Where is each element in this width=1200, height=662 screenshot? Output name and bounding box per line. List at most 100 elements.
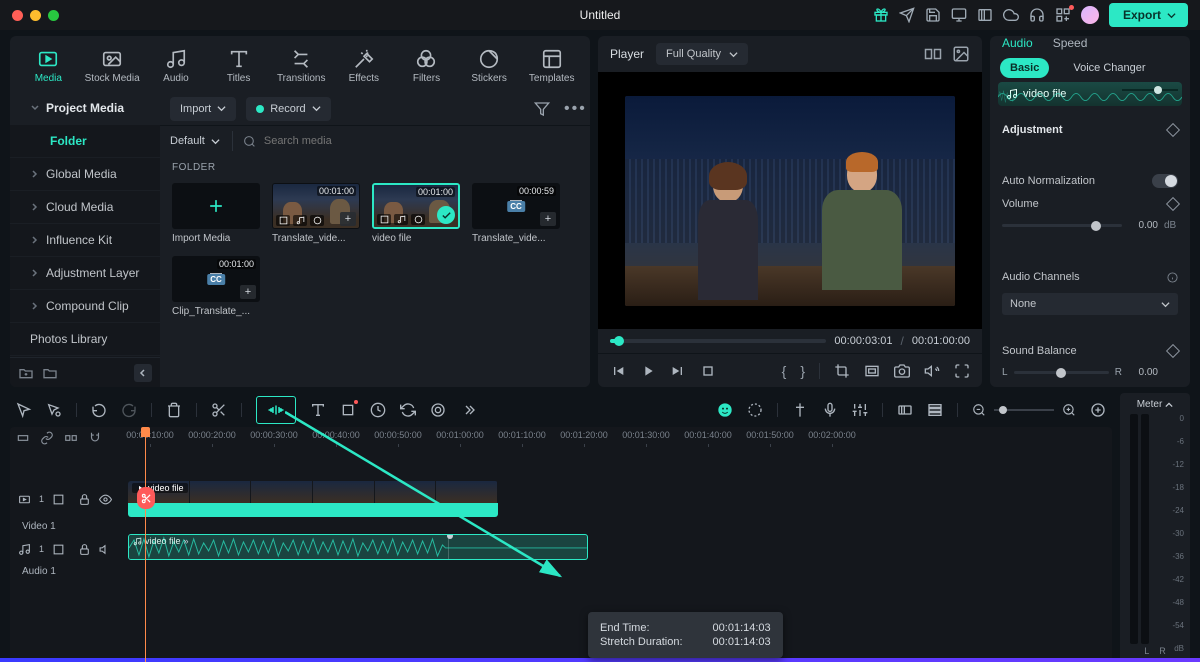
track-manager-icon[interactable] bbox=[927, 402, 943, 418]
headphones-icon[interactable] bbox=[1029, 7, 1045, 23]
video-clip[interactable]: video file bbox=[128, 481, 498, 517]
close-window[interactable] bbox=[12, 10, 23, 21]
library-icon[interactable] bbox=[977, 7, 993, 23]
zoom-out-icon[interactable] bbox=[972, 403, 986, 417]
snapshot-icon[interactable] bbox=[894, 363, 910, 379]
link-icon[interactable] bbox=[40, 431, 54, 445]
apps-icon[interactable] bbox=[1055, 7, 1071, 23]
sidebar-folder[interactable]: Folder bbox=[10, 125, 160, 158]
speaker-icon[interactable] bbox=[924, 363, 940, 379]
filter-icon[interactable] bbox=[534, 101, 550, 117]
audio-file-preview[interactable]: video file bbox=[998, 82, 1182, 106]
delete-icon[interactable] bbox=[166, 402, 182, 418]
minimize-window[interactable] bbox=[30, 10, 41, 21]
fullscreen-icon[interactable] bbox=[954, 363, 970, 379]
audio-channels-select[interactable]: None bbox=[1002, 293, 1178, 315]
zoom-control[interactable] bbox=[972, 403, 1076, 417]
text-tool-icon[interactable] bbox=[310, 402, 326, 418]
tab-stickers[interactable]: Stickers bbox=[461, 44, 518, 88]
balance-keyframe-icon[interactable] bbox=[1166, 344, 1180, 358]
mixer-icon[interactable] bbox=[852, 402, 868, 418]
mark-in-icon[interactable]: { bbox=[782, 363, 787, 379]
audio-clip[interactable]: video file» bbox=[128, 534, 588, 560]
sort-default[interactable]: Default bbox=[170, 129, 220, 153]
prev-frame-icon[interactable] bbox=[610, 363, 626, 379]
next-frame-icon[interactable] bbox=[670, 363, 686, 379]
cloud-icon[interactable] bbox=[1003, 7, 1019, 23]
quality-select[interactable]: Full Quality bbox=[656, 43, 748, 65]
ai-icon[interactable] bbox=[717, 402, 733, 418]
crop-icon[interactable] bbox=[834, 363, 850, 379]
playhead[interactable] bbox=[145, 427, 146, 662]
timeline-toggle-1-icon[interactable] bbox=[16, 431, 30, 445]
picture-icon[interactable] bbox=[952, 45, 970, 63]
safe-zone-icon[interactable] bbox=[864, 363, 880, 379]
magnet-icon[interactable] bbox=[88, 431, 102, 445]
mark-out-icon[interactable]: } bbox=[800, 363, 805, 379]
new-folder-icon[interactable] bbox=[18, 365, 34, 381]
render-icon[interactable] bbox=[897, 402, 913, 418]
marker-icon[interactable] bbox=[792, 402, 808, 418]
sidebar-adjustment-layer[interactable]: Adjustment Layer bbox=[10, 257, 160, 290]
tab-effects[interactable]: Effects bbox=[336, 44, 393, 88]
tab-templates[interactable]: Templates bbox=[523, 44, 580, 88]
voiceover-icon[interactable] bbox=[822, 402, 838, 418]
split-icon[interactable] bbox=[211, 402, 227, 418]
speed-icon[interactable] bbox=[370, 402, 386, 418]
undo-icon[interactable] bbox=[91, 402, 107, 418]
lock-icon[interactable] bbox=[78, 543, 91, 556]
more-icon[interactable]: ••• bbox=[564, 101, 580, 117]
gift-icon[interactable] bbox=[873, 7, 889, 23]
search-media[interactable] bbox=[232, 131, 414, 151]
sidebar-compound-clip[interactable]: Compound Clip bbox=[10, 290, 160, 323]
media-thumb[interactable]: Import Media bbox=[172, 183, 260, 244]
sidebar-photos-library[interactable]: Photos Library bbox=[10, 323, 160, 356]
rotate-icon[interactable] bbox=[400, 402, 416, 418]
tab-media[interactable]: Media bbox=[20, 44, 77, 88]
info-icon[interactable] bbox=[1167, 272, 1178, 283]
color-icon[interactable] bbox=[430, 402, 446, 418]
tab-stock-media[interactable]: Stock Media bbox=[83, 44, 142, 88]
send-icon[interactable] bbox=[899, 7, 915, 23]
tab-titles[interactable]: Titles bbox=[210, 44, 267, 88]
volume-keyframe-icon[interactable] bbox=[1166, 197, 1180, 211]
collapse-sidebar-icon[interactable] bbox=[134, 364, 152, 382]
redo-icon[interactable] bbox=[121, 402, 137, 418]
keyframe-icon[interactable] bbox=[1166, 123, 1180, 137]
zoom-fit-icon[interactable] bbox=[1090, 402, 1106, 418]
tab-speed-inspector[interactable]: Speed bbox=[1053, 36, 1088, 58]
tab-audio[interactable]: Audio bbox=[148, 44, 205, 88]
play-icon[interactable] bbox=[640, 363, 656, 379]
record-button[interactable]: Record bbox=[246, 97, 330, 121]
save-icon[interactable] bbox=[925, 7, 941, 23]
import-button[interactable]: Import bbox=[170, 97, 236, 121]
media-thumb[interactable]: 00:01:00+Translate_vide... bbox=[272, 183, 360, 244]
new-bin-icon[interactable] bbox=[42, 365, 58, 381]
subtab-voice-changer[interactable]: Voice Changer bbox=[1063, 58, 1155, 78]
visibility-icon[interactable] bbox=[99, 493, 112, 506]
pointer-tool-icon[interactable] bbox=[16, 402, 32, 418]
subtab-basic[interactable]: Basic bbox=[1000, 58, 1049, 78]
stop-icon[interactable] bbox=[700, 363, 716, 379]
snap-icon[interactable] bbox=[64, 431, 78, 445]
export-button[interactable]: Export bbox=[1109, 3, 1188, 27]
desktop-icon[interactable] bbox=[951, 7, 967, 23]
auto-normalization-toggle[interactable] bbox=[1152, 174, 1178, 188]
select-tool-icon[interactable] bbox=[46, 402, 62, 418]
track-menu-icon[interactable] bbox=[52, 543, 65, 556]
tab-audio-inspector[interactable]: Audio bbox=[1002, 36, 1033, 58]
balance-slider[interactable] bbox=[1014, 371, 1109, 374]
sidebar-cloud-media[interactable]: Cloud Media bbox=[10, 191, 160, 224]
lock-icon[interactable] bbox=[78, 493, 91, 506]
marker-add-icon[interactable] bbox=[747, 402, 763, 418]
maximize-window[interactable] bbox=[48, 10, 59, 21]
user-avatar[interactable] bbox=[1081, 6, 1099, 24]
player-scrubber[interactable]: 00:00:03:01 / 00:01:00:00 bbox=[598, 329, 982, 353]
media-thumb[interactable]: 00:01:00CC+Clip_Translate_... bbox=[172, 256, 260, 317]
more-tools-icon[interactable] bbox=[460, 402, 476, 418]
sidebar-influence-kit[interactable]: Influence Kit bbox=[10, 224, 160, 257]
tab-transitions[interactable]: Transitions bbox=[273, 44, 330, 88]
player-viewport[interactable] bbox=[598, 72, 982, 329]
sidebar-global-media[interactable]: Global Media bbox=[10, 158, 160, 191]
split-handle[interactable] bbox=[137, 487, 155, 509]
